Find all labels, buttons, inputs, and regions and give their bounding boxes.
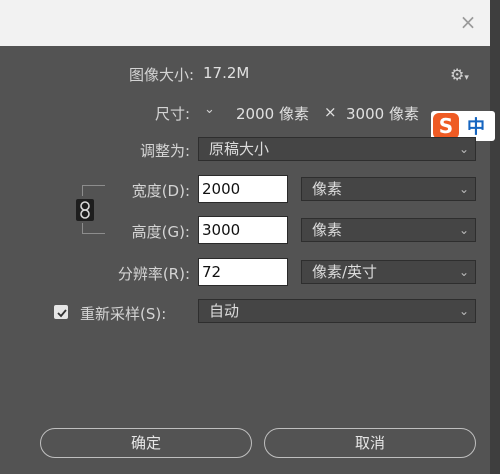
resolution-unit-select[interactable]: 像素/英寸 ⌄ [301, 260, 476, 284]
chevron-down-icon: ⌄ [458, 142, 469, 156]
width-input[interactable]: 2000 [198, 175, 288, 203]
image-size-label: 图像大小: [128, 66, 194, 84]
chevron-down-icon: ⌄ [458, 304, 469, 318]
chevron-down-icon: ⌄ [458, 265, 469, 279]
resolution-label: 分辨率(R): [117, 265, 190, 283]
close-icon[interactable]: × [458, 12, 478, 32]
chevron-down-icon: ⌄ [458, 223, 469, 237]
dimensions-height: 3000 像素 [346, 105, 419, 123]
fit-to-value: 原稿大小 [209, 140, 270, 158]
resample-value: 自动 [209, 302, 240, 320]
gear-icon[interactable]: ⚙▾ [450, 65, 469, 84]
dimensions-width: 2000 像素 [236, 105, 309, 123]
fit-to-select[interactable]: 原稿大小 ⌄ [198, 137, 476, 161]
image-size-value: 17.2M [203, 64, 250, 82]
resample-checkbox[interactable] [54, 305, 68, 319]
ime-mode: 中 [467, 117, 485, 138]
link-icon[interactable] [76, 199, 94, 221]
chevron-down-icon[interactable]: ⌄ [204, 102, 215, 117]
checkmark-icon [57, 309, 67, 318]
width-label: 宽度(D): [131, 182, 190, 200]
dimensions-label: 尺寸: [154, 105, 190, 123]
width-unit-value: 像素 [312, 180, 343, 198]
window-edge [490, 0, 500, 474]
ok-button[interactable]: 确定 [40, 428, 252, 458]
chevron-down-icon: ⌄ [458, 182, 469, 196]
resolution-input[interactable]: 72 [198, 258, 288, 286]
height-unit-select[interactable]: 像素 ⌄ [301, 218, 476, 242]
resample-select[interactable]: 自动 ⌄ [198, 299, 476, 323]
height-label: 高度(G): [131, 223, 190, 241]
ime-logo: S [433, 113, 459, 139]
resample-label: 重新采样(S): [80, 305, 167, 323]
width-unit-select[interactable]: 像素 ⌄ [301, 177, 476, 201]
resolution-unit-value: 像素/英寸 [312, 263, 378, 281]
height-input[interactable]: 3000 [198, 216, 288, 244]
dimensions-times: × [324, 103, 337, 121]
height-unit-value: 像素 [312, 221, 343, 239]
fit-to-label: 调整为: [139, 142, 190, 160]
cancel-button[interactable]: 取消 [264, 428, 476, 458]
dialog-titlebar [0, 0, 490, 46]
